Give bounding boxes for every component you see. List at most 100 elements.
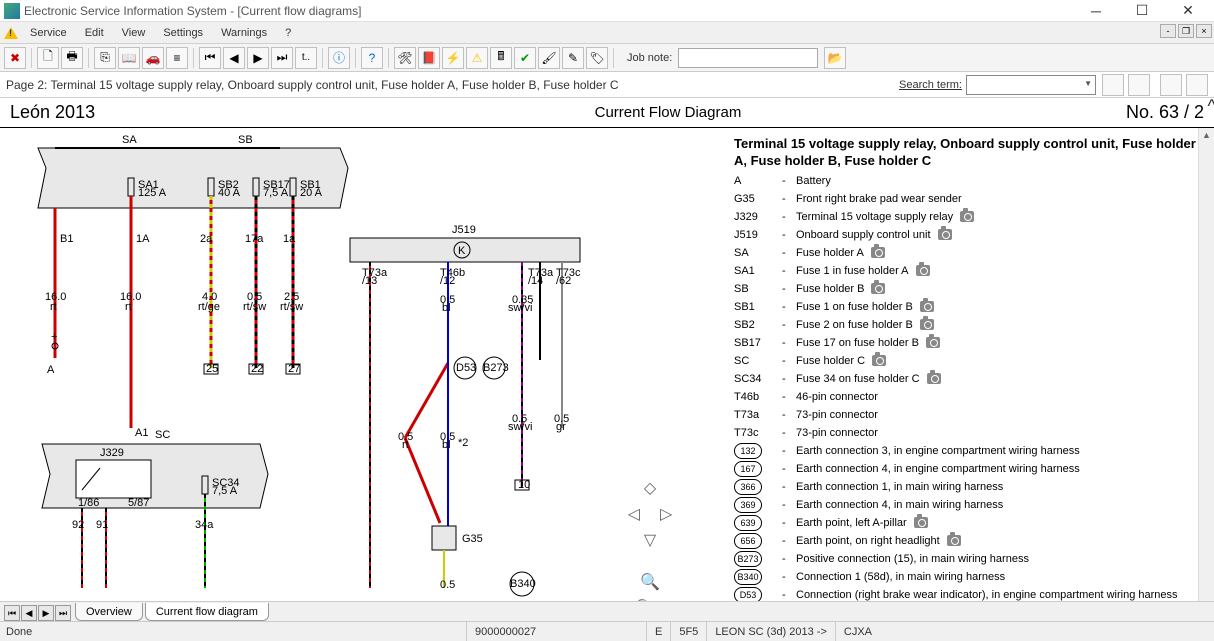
help-icon[interactable]: ? [361,47,383,69]
mdi-restore[interactable]: ❐ [1178,24,1194,38]
camera-icon[interactable] [871,283,885,294]
page-number: No. 63 / 2 [1126,102,1204,123]
warning-icon [4,27,18,39]
legend-code: SB2 [734,316,782,334]
first-page-icon[interactable]: ⏮ [199,47,221,69]
car-icon[interactable]: 🚗 [142,47,164,69]
edit-icon[interactable]: ✎ [562,47,584,69]
prev-page-icon[interactable]: ◀ [223,47,245,69]
camera-icon[interactable] [926,337,940,348]
legend-code: T46b [734,388,782,406]
search-combo[interactable] [966,75,1096,95]
tab-scroll-next[interactable]: ▶ [38,605,54,621]
paint-icon[interactable]: 🖌 [538,47,560,69]
circuit-icon[interactable]: ⚡ [442,47,464,69]
close-button[interactable]: ✕ [1166,1,1210,21]
tab-overview[interactable]: Overview [75,603,143,621]
status-model: 5F5 [670,622,706,641]
zoom-in2-icon[interactable]: 🔍+ [635,598,664,601]
warn-icon[interactable]: ⚠ [466,47,488,69]
pan-down-icon[interactable]: ▽ [644,530,656,550]
zoom-in-icon[interactable]: 🔍 [640,572,660,592]
camera-icon[interactable] [920,301,934,312]
copy-icon[interactable]: ⎘ [94,47,116,69]
legend-panel: Terminal 15 voltage supply relay, Onboar… [734,128,1214,601]
page-description: Page 2: Terminal 15 voltage supply relay… [6,78,899,92]
search-next-icon[interactable] [1128,74,1150,96]
maximize-button[interactable]: ☐ [1120,1,1164,21]
book2-icon[interactable]: 📕 [418,47,440,69]
search-prev-icon[interactable] [1102,74,1124,96]
nav-back-icon[interactable] [1160,74,1182,96]
svg-text:0.5: 0.5 [440,579,455,591]
tab-current-flow[interactable]: Current flow diagram [145,603,269,621]
camera-icon[interactable] [960,211,974,222]
tab-scroll-last[interactable]: ⏭ [55,605,71,621]
calc-icon[interactable]: 🖩 [490,47,512,69]
camera-icon[interactable] [947,535,961,546]
legend-code: SB [734,280,782,298]
svg-text:rt/ge: rt/ge [198,301,220,313]
pan-left-icon[interactable]: ◁ [628,504,640,524]
svg-text:B273: B273 [483,362,509,374]
legend-row: SB2-Fuse 2 on fuse holder B [734,316,1204,334]
tools-icon[interactable]: 🛠 [394,47,416,69]
mdi-close[interactable]: × [1196,24,1212,38]
legend-code: B340 [734,568,782,586]
menu-settings[interactable]: Settings [155,25,211,41]
green-icon[interactable]: ✔ [514,47,536,69]
svg-text:34a: 34a [195,519,214,531]
new-doc-icon[interactable]: 🗋 [37,47,59,69]
list-icon[interactable]: ≡ [166,47,188,69]
mdi-minimize[interactable]: - [1160,24,1176,38]
legend-row: 656-Earth point, on right headlight [734,532,1204,550]
jobnote-open-icon[interactable]: 📂 [824,47,846,69]
legend-desc: Connection (right brake wear indicator),… [796,586,1204,601]
camera-icon[interactable] [920,319,934,330]
svg-text:40 A: 40 A [218,187,241,199]
nav-fwd-icon[interactable] [1186,74,1208,96]
book-icon[interactable]: 📖 [118,47,140,69]
menu-warnings[interactable]: Warnings [213,25,275,41]
info-icon[interactable]: ⓘ [328,47,350,69]
vertical-scrollbar[interactable] [1198,128,1214,601]
minimize-button[interactable]: ─ [1074,1,1118,21]
camera-icon[interactable] [938,229,952,240]
page-input[interactable]: t.. [295,47,317,69]
diagram-area[interactable]: SA SB SA1 125 A SB2 40 A SB17 7,5 A SB1 … [0,98,734,601]
oval-icon: B273 [734,551,762,567]
svg-text:*2: *2 [458,437,468,449]
legend-dash: - [782,334,796,352]
tab-scroll-prev[interactable]: ◀ [21,605,37,621]
legend-desc: Fuse 17 on fuse holder B [796,334,1204,352]
legend-row: J329-Terminal 15 voltage supply relay [734,208,1204,226]
legend-row: SB1-Fuse 1 on fuse holder B [734,298,1204,316]
tab-scroll-first[interactable]: ⏮ [4,605,20,621]
legend-row: G35-Front right brake pad wear sender [734,190,1204,208]
camera-icon[interactable] [871,247,885,258]
menu-service[interactable]: Service [22,25,75,41]
legend-row: 132-Earth connection 3, in engine compar… [734,442,1204,460]
camera-icon[interactable] [927,373,941,384]
legend-code: 132 [734,442,782,460]
next-page-icon[interactable]: ▶ [247,47,269,69]
camera-icon[interactable] [916,265,930,276]
print-icon[interactable]: 🖶 [61,47,83,69]
last-page-icon[interactable]: ⏭ [271,47,293,69]
menu-help[interactable]: ? [277,25,299,41]
svg-text:bl: bl [442,439,451,451]
pan-up-icon[interactable]: ◇ [644,478,656,498]
delete-icon[interactable]: ✖ [4,47,26,69]
pan-right-icon[interactable]: ▷ [660,504,672,524]
diagram-title: Current Flow Diagram [210,104,1126,121]
legend-code: SB17 [734,334,782,352]
scroll-up-icon[interactable]: ^ [1208,98,1214,117]
camera-icon[interactable] [914,517,928,528]
menu-edit[interactable]: Edit [77,25,112,41]
legend-desc: 73-pin connector [796,406,1204,424]
menu-view[interactable]: View [114,25,154,41]
label-icon[interactable]: 🏷 [586,47,608,69]
camera-icon[interactable] [872,355,886,366]
jobnote-input[interactable] [678,48,818,68]
status-engine: CJXA [835,622,880,641]
